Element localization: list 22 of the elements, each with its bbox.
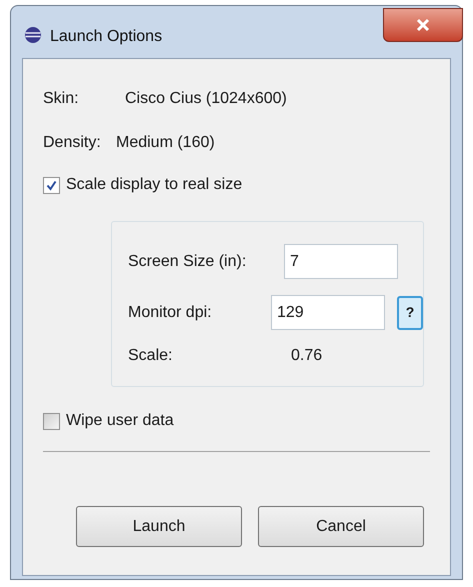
field-label: Monitor dpi: xyxy=(128,302,213,322)
field-label: Scale: xyxy=(128,346,174,366)
info-value: Medium (160) xyxy=(116,133,215,153)
scale-value: 0.76 xyxy=(291,346,322,366)
info-value: Cisco Cius (1024x600) xyxy=(125,89,287,109)
checkbox-label: Wipe user data xyxy=(66,411,174,431)
info-label: Density: xyxy=(43,133,102,153)
info-label: Skin: xyxy=(43,89,80,109)
window-title: Launch Options xyxy=(50,27,162,47)
checkbox-label: Scale display to real size xyxy=(66,175,242,195)
help-button[interactable]: ? xyxy=(397,296,423,330)
checkbox[interactable] xyxy=(43,176,60,194)
globe-icon xyxy=(24,26,42,44)
dialog-button[interactable]: Launch xyxy=(76,506,242,547)
input-field[interactable]: 7 xyxy=(284,244,398,279)
input-field[interactable]: 129 xyxy=(271,295,385,330)
dialog-button[interactable]: Cancel xyxy=(258,506,424,547)
checkbox[interactable] xyxy=(43,412,60,430)
close-button[interactable] xyxy=(383,8,463,42)
field-label: Screen Size (in): xyxy=(128,252,248,272)
close-icon xyxy=(416,18,430,32)
check-icon xyxy=(46,180,57,190)
